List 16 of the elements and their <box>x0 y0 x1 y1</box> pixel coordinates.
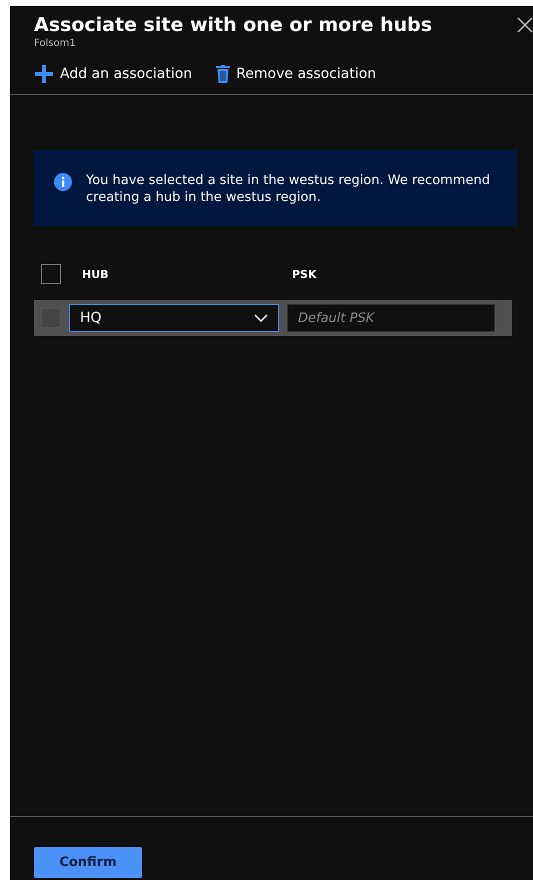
plus-icon <box>34 64 54 84</box>
info-icon <box>54 173 72 191</box>
remove-button[interactable]: Remove association <box>216 64 376 84</box>
info-message: You have selected a site in the westus region. We recommend creating a hub in the westus region. <box>86 172 491 206</box>
confirm-button[interactable]: Confirm <box>34 847 142 878</box>
column-header: PSK <box>292 268 317 280</box>
column-header: HUB <box>82 268 110 280</box>
panel-title: Associate site with one or more hubs <box>34 14 432 36</box>
psk-field[interactable]: Default PSK <box>287 304 495 332</box>
panel-subtitle: Folsom1 <box>34 38 77 49</box>
trash-icon <box>216 65 230 83</box>
hub-dropdown[interactable]: HQ <box>69 304 279 332</box>
select-all-checkbox[interactable] <box>41 264 61 284</box>
chevron-down-icon <box>254 314 268 322</box>
add-button[interactable]: Add an association <box>34 64 192 84</box>
close-icon[interactable] <box>517 17 533 33</box>
